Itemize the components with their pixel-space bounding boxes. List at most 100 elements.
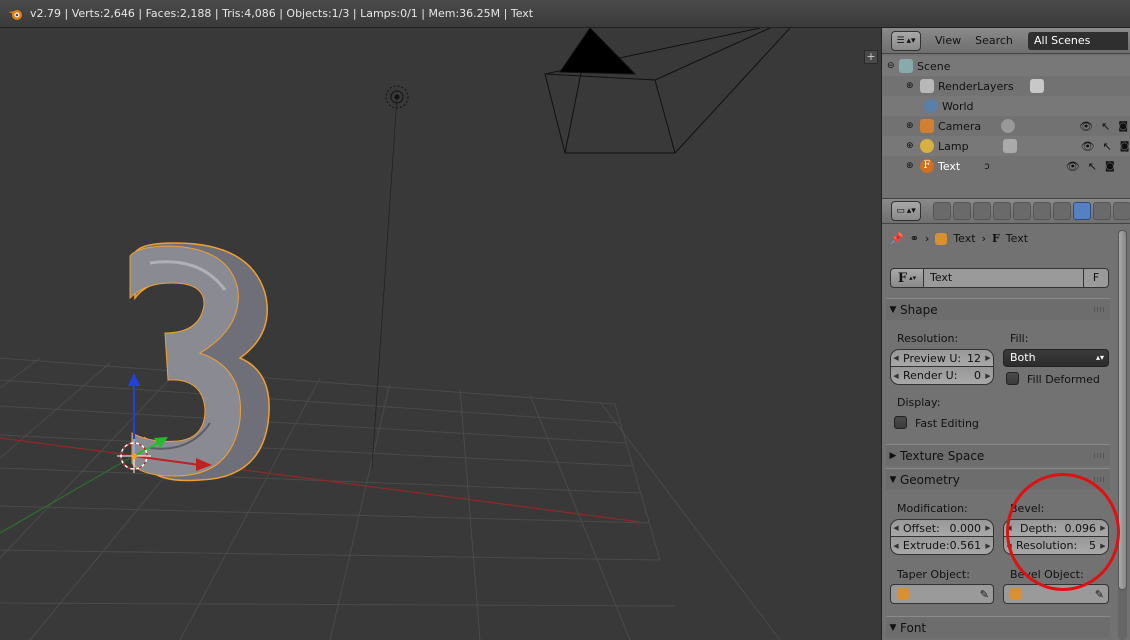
scene-statistics: v2.79 | Verts:2,646 | Faces:2,188 | Tris… [30, 7, 534, 20]
taper-object-label: Taper Object: [897, 568, 970, 581]
modifiers-tab-icon[interactable] [1053, 202, 1071, 220]
render-camera-icon[interactable]: ◙ [1120, 141, 1130, 152]
outliner-header: ☰ ▴▾ View Search All Scenes [882, 28, 1130, 54]
field-value: 0 [974, 369, 981, 382]
breadcrumb: 📌 ⚭ › Text › F Text [890, 232, 1028, 245]
preview-u-field[interactable]: ◀ Preview U: 12 ▶ [890, 349, 994, 367]
increment-icon[interactable]: ▶ [983, 542, 993, 550]
fast-editing-checkbox[interactable] [894, 416, 907, 429]
outliner-row-renderlayers[interactable]: ⊕ RenderLayers [882, 76, 1130, 96]
chevron-updown-icon: ▴▾ [1095, 353, 1104, 362]
breadcrumb-data: Text [1005, 232, 1029, 245]
increment-icon[interactable]: ▶ [983, 372, 993, 380]
outliner-label: Lamp [938, 139, 969, 153]
fake-user-button[interactable]: F [1083, 268, 1109, 288]
eye-icon[interactable]: 👁 [1066, 160, 1080, 173]
blender-logo-icon[interactable] [8, 6, 24, 22]
info-header: v2.79 | Verts:2,646 | Faces:2,188 | Tris… [0, 0, 1130, 28]
decrement-icon[interactable]: ◀ [891, 354, 901, 362]
scene-icon [899, 59, 913, 73]
tool-shelf-toggle-button[interactable]: + [864, 50, 878, 64]
decrement-icon[interactable]: ◀ [891, 372, 901, 380]
drag-handle-icon[interactable] [1094, 453, 1106, 458]
text-object-3[interactable] [129, 242, 270, 482]
cursor-select-icon[interactable]: ↖ [1088, 160, 1097, 173]
fill-deformed-label: Fill Deformed [1027, 373, 1100, 386]
collapse-icon[interactable]: ⊖ [887, 61, 897, 71]
world-tab-icon[interactable] [993, 202, 1011, 220]
3d-viewport[interactable]: + [0, 28, 880, 640]
outliner-label: Scene [917, 59, 951, 73]
scene-context-icon: ⚭ [909, 232, 919, 245]
panel-font-header[interactable]: ▼ Font [886, 616, 1110, 638]
texture-tab-icon[interactable] [1113, 202, 1130, 220]
outliner-row-camera[interactable]: ⊕ Camera 👁 ↖ ◙ [882, 116, 1130, 136]
expand-icon[interactable]: ⊕ [906, 141, 916, 151]
outliner-row-lamp[interactable]: ⊕ Lamp 👁 ↖ ◙ [882, 136, 1130, 156]
panel-texture-space-header[interactable]: ▶ Texture Space [886, 444, 1110, 466]
object-icon [1010, 588, 1022, 600]
properties-scrollbar-track[interactable] [1118, 230, 1127, 640]
editor-type-button[interactable]: ☰ ▴▾ [891, 30, 921, 51]
renderlayers-icon [920, 79, 934, 93]
eye-icon[interactable]: 👁 [1081, 140, 1095, 153]
extrude-field[interactable]: ◀ Extrude: 0.561 ▶ [890, 537, 994, 555]
eye-icon[interactable]: 👁 [1079, 120, 1093, 133]
render-layers-tab-icon[interactable] [953, 202, 971, 220]
world-icon [924, 99, 938, 113]
fill-deformed-checkbox[interactable] [1006, 372, 1019, 385]
render-camera-icon[interactable]: ◙ [1118, 121, 1128, 132]
fill-mode-dropdown[interactable]: Both ▴▾ [1003, 349, 1109, 367]
outliner-row-text[interactable]: ⊕ F Text ↄ 👁 ↖ ◙ [882, 156, 1130, 176]
field-label: Render U: [903, 369, 958, 382]
outliner-row-scene[interactable]: ⊖ Scene [882, 56, 1130, 76]
outliner-row-world[interactable]: World [882, 96, 1130, 116]
display-mode-dropdown[interactable]: All Scenes [1028, 32, 1128, 50]
menu-view[interactable]: View [935, 34, 961, 47]
expand-icon[interactable]: ⊕ [906, 121, 916, 131]
chevron-updown-icon: ▴▾ [909, 274, 917, 282]
font-icon: F [991, 232, 1000, 245]
cursor-select-icon[interactable]: ↖ [1101, 120, 1110, 133]
panel-shape-header[interactable]: ▼ Shape [886, 298, 1110, 320]
pin-icon[interactable]: 📌 [890, 232, 904, 245]
offset-field[interactable]: ◀ Offset: 0.000 ▶ [890, 519, 994, 537]
scene-tab-icon[interactable] [973, 202, 991, 220]
panel-expanded-icon: ▼ [889, 622, 897, 633]
camera-object[interactable] [544, 28, 791, 154]
dropdown-value: Both [1010, 351, 1036, 364]
editor-type-button[interactable]: ▭ ▴▾ [891, 201, 921, 221]
eyedropper-icon[interactable]: ✎ [980, 588, 989, 601]
panel-title: Font [900, 620, 927, 635]
modification-label: Modification: [897, 502, 968, 515]
eyedropper-icon[interactable]: ✎ [1095, 588, 1104, 601]
lamp-object[interactable] [385, 85, 409, 109]
chevron-updown-icon: ▴▾ [906, 206, 916, 216]
outliner-editor-icon: ☰ [896, 35, 905, 46]
data-tab-icon[interactable] [1073, 202, 1091, 220]
datablock-name-field[interactable]: Text [924, 268, 1083, 288]
outliner-label: RenderLayers [938, 79, 1014, 93]
render-u-field[interactable]: ◀ Render U: 0 ▶ [890, 367, 994, 385]
properties-header: ▭ ▴▾ [882, 198, 1130, 224]
object-tab-icon[interactable] [1013, 202, 1031, 220]
menu-search[interactable]: Search [975, 34, 1013, 47]
datablock-browse-button[interactable]: F ▴▾ [890, 268, 924, 288]
chevron-right-icon: › [924, 232, 930, 245]
render-tab-icon[interactable] [933, 202, 951, 220]
increment-icon[interactable]: ▶ [983, 524, 993, 532]
decrement-icon[interactable]: ◀ [891, 542, 901, 550]
decrement-icon[interactable]: ◀ [891, 524, 901, 532]
taper-object-field[interactable]: ✎ [890, 584, 994, 604]
cursor-select-icon[interactable]: ↖ [1103, 140, 1112, 153]
drag-handle-icon[interactable] [1094, 307, 1106, 312]
increment-icon[interactable]: ▶ [983, 354, 993, 362]
expand-icon[interactable]: ⊕ [906, 161, 916, 171]
camera-data-icon [1001, 119, 1016, 133]
material-tab-icon[interactable] [1093, 202, 1111, 220]
constraints-tab-icon[interactable] [1033, 202, 1051, 220]
render-camera-icon[interactable]: ◙ [1105, 161, 1115, 172]
drag-handle-icon[interactable] [1094, 477, 1106, 482]
chevron-right-icon: › [981, 232, 986, 245]
expand-icon[interactable]: ⊕ [906, 81, 916, 91]
